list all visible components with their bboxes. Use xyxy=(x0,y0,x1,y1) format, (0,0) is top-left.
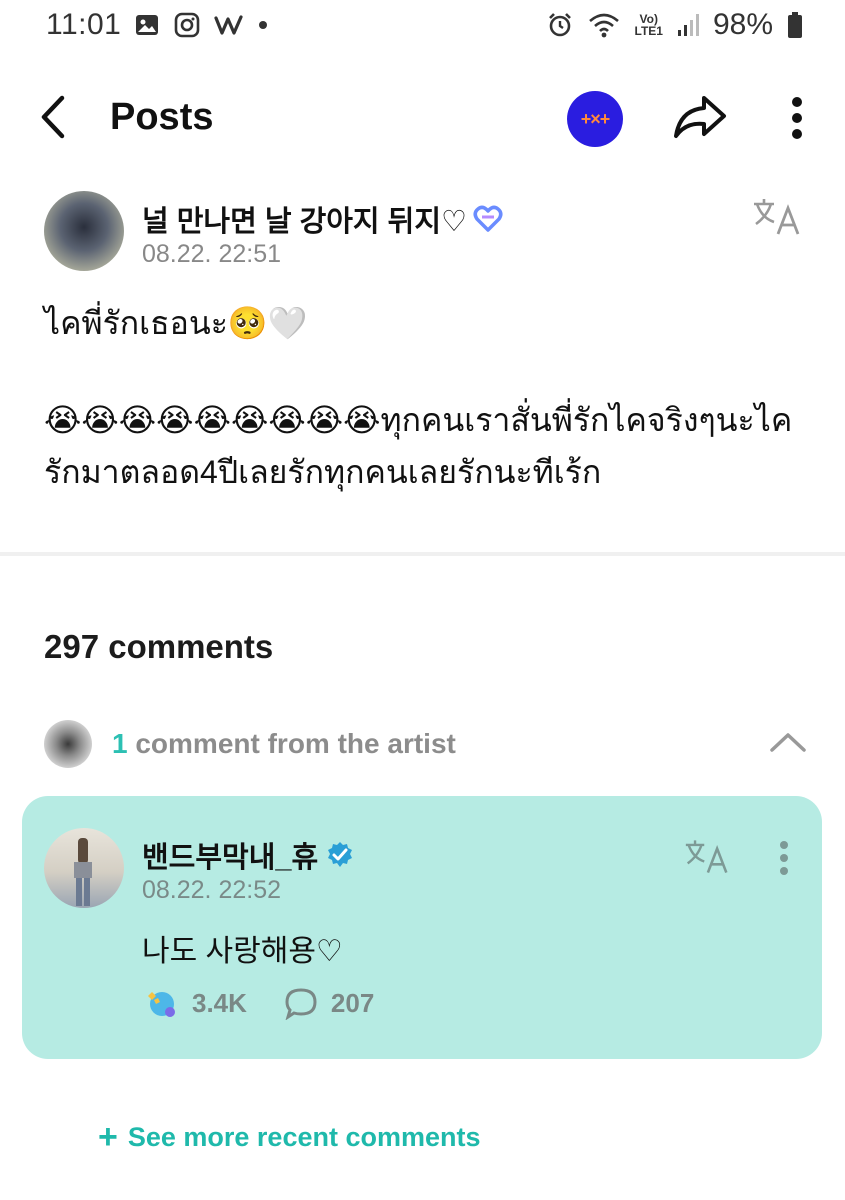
chevron-up-icon[interactable] xyxy=(768,728,808,758)
alarm-icon xyxy=(548,13,571,37)
section-divider xyxy=(0,552,845,556)
back-icon[interactable] xyxy=(34,92,74,142)
wifi-icon xyxy=(588,13,619,38)
share-icon[interactable] xyxy=(672,92,728,142)
like-count: 3.4K xyxy=(192,987,247,1018)
post-date: 08.22. 22:51 xyxy=(142,240,282,268)
lte-label: Vo) LTE1 xyxy=(634,12,663,38)
artist-avatar xyxy=(44,720,92,768)
see-more-label: See more recent comments xyxy=(127,1122,481,1152)
post-author-name: 널 만나면 날 강아지 뒤지♡ xyxy=(142,206,468,238)
artist-comments-toggle[interactable]: 1 comment from the artist xyxy=(112,728,456,760)
battery-icon xyxy=(788,12,802,38)
page-title: Posts xyxy=(110,96,214,138)
post-text-line1: ไคพี่รักเธอนะ🥺🤍 xyxy=(44,305,308,341)
like-icon[interactable] xyxy=(144,986,180,1020)
battery-percent: 98% xyxy=(712,8,773,41)
comment-more-icon[interactable] xyxy=(778,840,790,876)
author-avatar[interactable] xyxy=(44,191,124,271)
artist-comment-label: comment from the artist xyxy=(127,728,456,759)
verified-icon xyxy=(328,842,353,867)
instagram-icon xyxy=(174,12,200,38)
post-author[interactable]: 널 만나면 날 강아지 뒤지♡ xyxy=(142,198,503,240)
commenter-avatar[interactable] xyxy=(44,828,124,908)
comment-text: 나도 사랑해용♡ xyxy=(142,935,343,968)
comment-date: 08.22. 22:52 xyxy=(142,876,282,904)
artist-comment-count: 1 xyxy=(112,728,128,759)
see-more-comments-link[interactable]: + See more recent comments xyxy=(98,1118,481,1157)
comment-count: 297 comments xyxy=(44,628,274,665)
status-left-icons xyxy=(134,12,268,38)
translate-icon[interactable] xyxy=(752,196,802,236)
comment-stats: 3.4K 207 xyxy=(144,986,374,1020)
membership-heart-icon xyxy=(473,205,503,232)
artist-badge-button[interactable]: +×+ xyxy=(567,91,623,147)
signal-icon xyxy=(677,14,699,36)
commenter-figure-icon xyxy=(74,838,92,906)
commenter-name: 밴드부막내_휴 xyxy=(142,842,319,874)
status-time: 11:01 xyxy=(46,8,122,41)
reply-count: 207 xyxy=(330,987,375,1018)
plus-icon: + xyxy=(98,1118,118,1156)
gallery-icon xyxy=(136,15,158,35)
status-right: Vo) LTE1 98% xyxy=(547,8,804,42)
dot-icon xyxy=(259,21,267,29)
more-options-icon[interactable] xyxy=(790,96,804,140)
post-text-line2: 😭😭😭😭😭😭😭😭😭ทุกคนเราสั่นพี่รักไคจริงๆนะไค ร… xyxy=(44,402,793,490)
commenter-name-row[interactable]: 밴드부막내_휴 xyxy=(142,834,354,876)
weverse-icon xyxy=(214,15,243,35)
reply-icon[interactable] xyxy=(283,986,319,1020)
comment-translate-icon[interactable] xyxy=(684,836,730,876)
